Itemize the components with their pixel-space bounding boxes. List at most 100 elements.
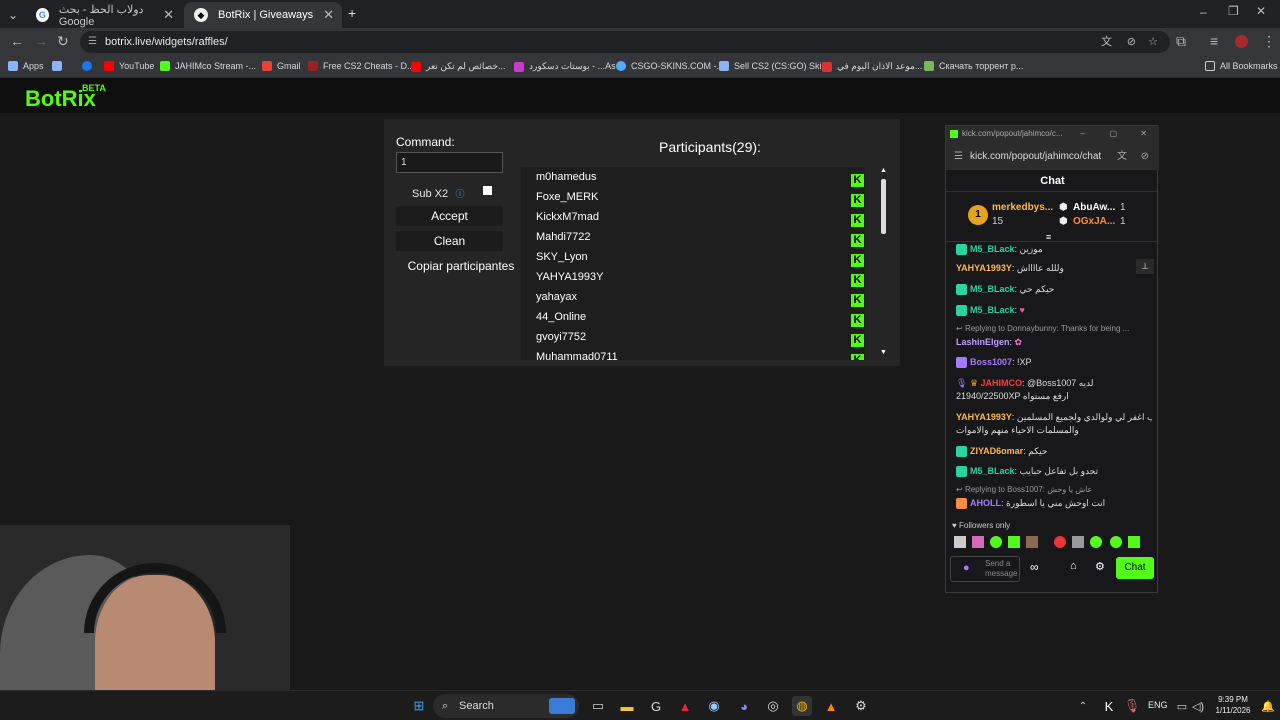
bookmark-csgo-skins[interactable]: CSGO-SKINS.COM -... — [616, 61, 724, 71]
language-indicator[interactable]: ENG — [1148, 700, 1168, 710]
reply-context[interactable]: ↩ Replying to Donnaybunny: Thanks for be… — [956, 323, 1152, 335]
app-orange-icon[interactable]: ▲ — [821, 696, 841, 716]
bookmark-youtube-2[interactable]: خصائص لم تكن تعر... — [411, 61, 506, 72]
file-explorer-icon[interactable]: ▬ — [617, 696, 637, 716]
bookmark-cs2-cheats[interactable]: Free CS2 Cheats - D... — [308, 61, 415, 71]
volume-icon[interactable]: ◁) — [1188, 696, 1208, 716]
bookmark-apps[interactable]: Apps — [8, 61, 44, 71]
notification-icon[interactable]: 🔔 — [1258, 696, 1278, 716]
emote-icon[interactable] — [990, 536, 1002, 548]
bookmark-torrent[interactable]: Скачать торрент р... — [924, 61, 1023, 71]
bookmark-jahimco[interactable]: JAHIMco Stream -... — [160, 61, 256, 71]
emote-icon[interactable] — [1128, 536, 1140, 548]
clock[interactable]: 9:39 PM 1/11/2026 — [1210, 694, 1256, 716]
logitech-icon[interactable]: G — [646, 696, 666, 716]
expand-icon[interactable]: ≡ — [1046, 232, 1051, 242]
scroll-thumb[interactable] — [881, 179, 886, 234]
mic-tray-icon[interactable]: 🎙 — [1122, 696, 1142, 716]
site-info-icon[interactable]: ☰ — [954, 144, 963, 170]
send-chat-button[interactable]: Chat — [1116, 557, 1154, 579]
tab-list-button[interactable]: ⌄ — [4, 2, 24, 28]
chat-input[interactable]: ● Send a message — [950, 556, 1020, 582]
accept-button[interactable]: Accept — [396, 206, 503, 226]
emote-picker-icon[interactable]: ∞ — [1030, 560, 1039, 574]
close-tab-icon[interactable]: ✕ — [323, 7, 334, 23]
reply-context[interactable]: ↩ Replying to Boss1007: عاش يا وحش — [956, 484, 1152, 496]
chat-username[interactable]: M5_BLack — [970, 305, 1015, 315]
emote-icon[interactable] — [954, 536, 966, 548]
menu-icon[interactable]: ⋮ — [1262, 33, 1276, 50]
chat-username[interactable]: YAHYA1993Y — [956, 412, 1012, 422]
obs-icon[interactable]: ◎ — [763, 696, 783, 716]
tab-search-icon[interactable]: ≡ — [1210, 33, 1218, 49]
copy-participants-button[interactable]: Copiar participantes — [396, 256, 526, 276]
profile-avatar[interactable] — [1235, 35, 1248, 48]
gifter-3-name[interactable]: OGxJA... — [1073, 216, 1115, 227]
new-tab-icon[interactable]: + — [348, 5, 356, 21]
chevron-up-icon[interactable]: ⌃ — [1073, 696, 1093, 716]
bookmark-star-icon[interactable]: ☆ — [1148, 31, 1158, 53]
chat-username[interactable]: YAHYA1993Y — [956, 263, 1012, 273]
command-input[interactable]: 1 — [396, 152, 503, 173]
reload-icon[interactable]: ↻ — [57, 33, 69, 50]
emote-icon[interactable] — [1110, 536, 1122, 548]
chat-username[interactable]: AHOLL — [970, 498, 1001, 508]
mic-icon[interactable]: ● — [963, 562, 970, 574]
emote-icon[interactable] — [1090, 536, 1102, 548]
close-tab-icon[interactable]: ✕ — [163, 7, 174, 23]
top-gifter-name[interactable]: merkedbys... — [992, 202, 1053, 213]
emote-icon[interactable] — [1072, 536, 1084, 548]
app-red-icon[interactable]: ▲ — [675, 696, 695, 716]
sub-x2-checkbox[interactable] — [483, 186, 492, 195]
url-input[interactable]: ☰ botrix.live/widgets/raffles/ 文 ⊘ ☆ — [80, 31, 1170, 53]
participants-scrollbar[interactable]: ▲ ▼ — [880, 167, 888, 360]
bookmark-gmail[interactable]: Gmail — [262, 61, 301, 71]
emote-icon[interactable] — [1026, 536, 1038, 548]
extensions-icon[interactable]: ⧉ — [1176, 33, 1186, 50]
chat-username[interactable]: LashinElgen — [956, 337, 1010, 347]
forward-icon[interactable]: → — [34, 33, 48, 49]
tab-botrix[interactable]: ◆ BotRix | Giveaways ✕ — [184, 2, 342, 28]
bookmark-google-apps[interactable] — [52, 61, 67, 71]
steam-icon[interactable]: ◉ — [704, 696, 724, 716]
bookmark-prayer[interactable]: موعد الاذان اليوم في... — [822, 61, 922, 72]
emote-bar[interactable] — [954, 536, 1154, 552]
site-info-icon[interactable]: ☰ — [88, 31, 97, 53]
chat-username[interactable]: JAHIMCO — [981, 378, 1023, 388]
settings-icon[interactable]: ⚙ — [1095, 560, 1105, 573]
chat-username[interactable]: ZIYAD6omar — [970, 446, 1023, 456]
translate-icon[interactable]: 文 — [1117, 144, 1127, 170]
chat-username[interactable]: M5_BLack — [970, 244, 1015, 254]
close-window-icon[interactable]: ✕ — [1256, 4, 1266, 18]
chat-username[interactable]: Boss1007 — [970, 357, 1012, 367]
bookmark-sell-cs2[interactable]: Sell CS2 (CS:GO) Ski... — [719, 61, 829, 71]
chat-messages[interactable]: M5_BLack: موزين YAHYA1993Y: وللله عااااش… — [946, 243, 1159, 513]
windows-start-icon[interactable]: ⊞ — [409, 696, 429, 716]
info-icon[interactable]: ⓘ — [456, 189, 465, 199]
minimize-icon[interactable]: – — [1200, 5, 1207, 19]
clean-button[interactable]: Clean — [396, 231, 503, 251]
emote-icon[interactable] — [1008, 536, 1020, 548]
emote-icon[interactable] — [972, 536, 984, 548]
eye-off-icon[interactable]: ⊘ — [1141, 144, 1149, 170]
minimize-icon[interactable]: – — [1081, 126, 1085, 142]
chrome-icon[interactable]: ◍ — [792, 696, 812, 716]
chat-username[interactable]: M5_BLack — [970, 284, 1015, 294]
settings-app-icon[interactable]: ⚙ — [851, 696, 871, 716]
chat-username[interactable]: M5_BLack — [970, 466, 1015, 476]
bookmark-discord-posts[interactable]: بوستات دسكورد - ...As — [514, 61, 616, 72]
tab-google-search[interactable]: G دولاب الحظ - بحث Google ✕ — [26, 2, 182, 28]
maximize-icon[interactable]: ▢ — [1109, 126, 1117, 142]
task-view-icon[interactable]: ▭ — [588, 696, 608, 716]
participants-list[interactable]: m0hamedus K Foxe_MERK K KickxM7mad K Mahdi7… — [521, 167, 865, 360]
store-icon[interactable]: ⌂ — [1070, 560, 1077, 572]
kick-tray-icon[interactable]: K — [1099, 696, 1119, 716]
bookmark-facebook[interactable] — [82, 61, 97, 71]
scroll-up-icon[interactable]: ▲ — [880, 167, 887, 174]
discord-icon[interactable]: ◕ — [734, 696, 754, 716]
close-icon[interactable]: ✕ — [1140, 126, 1147, 142]
taskbar-search[interactable]: ⌕ Search — [433, 694, 579, 718]
bookmark-all[interactable]: All Bookmarks — [1205, 61, 1278, 71]
maximize-icon[interactable]: ❐ — [1228, 4, 1239, 18]
bookmark-youtube[interactable]: YouTube — [104, 61, 154, 71]
